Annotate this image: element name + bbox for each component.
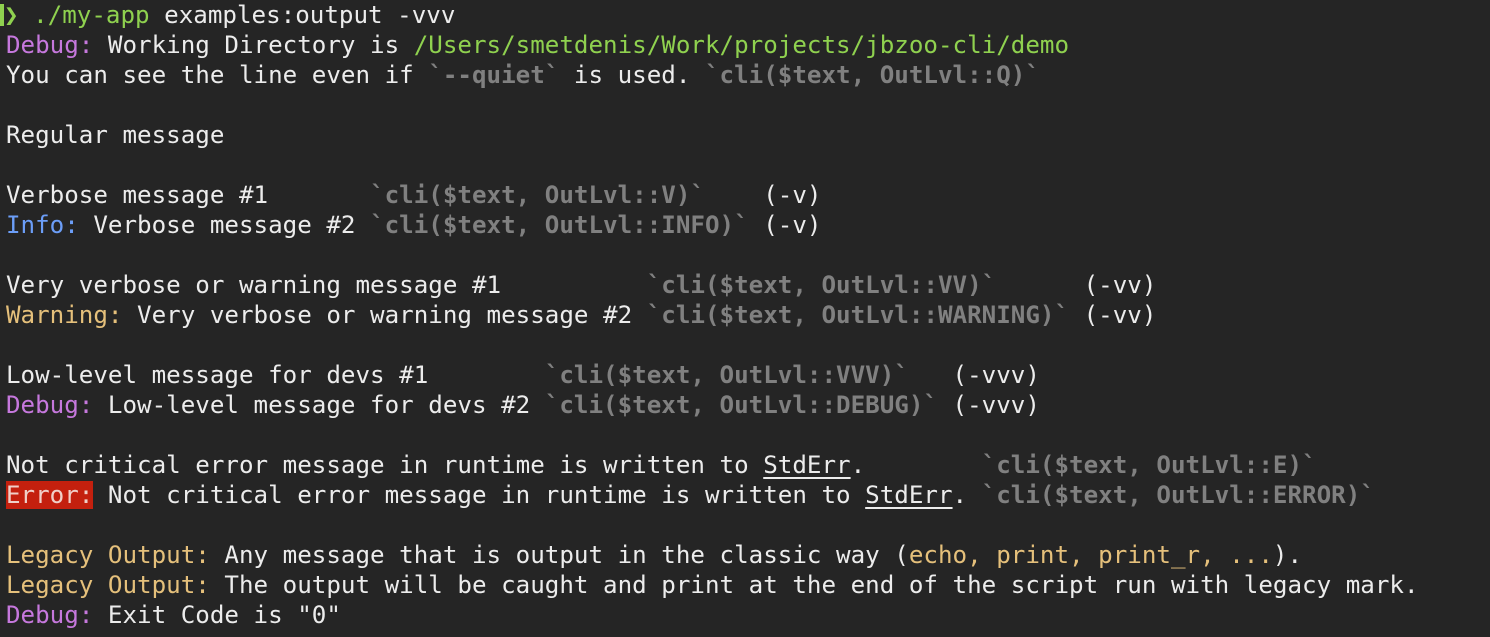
code-snippet: `cli($text, OutLvl::DEBUG)`: [544, 391, 938, 419]
terminal-window[interactable]: ❯ ./my-app examples:output -vvv Debug: W…: [0, 0, 1490, 637]
verbosity-flag: (-vvv): [908, 361, 1040, 389]
stderr-link: StdErr: [763, 451, 851, 479]
output-line-14: Debug: Exit Code is "0": [6, 600, 1490, 630]
debug-prefix: Debug:: [6, 391, 94, 419]
line-text: .: [850, 451, 982, 479]
line-text: Exit Code is "0": [93, 601, 341, 629]
legacy-functions: echo, print, print_r, ...: [908, 541, 1273, 569]
line-text: Low-level message for devs #2: [93, 391, 545, 419]
verbosity-flag: (-vvv): [938, 391, 1040, 419]
command-path: ./my-app: [33, 1, 150, 29]
line-text: is used.: [559, 61, 705, 89]
line-text: Verbose message #1: [6, 181, 371, 209]
output-line-8: Low-level message for devs #1 `cli($text…: [6, 360, 1490, 390]
line-text: Low-level message for devs #1: [6, 361, 545, 389]
legacy-output-prefix: Legacy Output:: [6, 571, 210, 599]
line-text: The output will be caught and print at t…: [209, 571, 1419, 599]
line-text: ).: [1272, 541, 1303, 569]
prompt-chevron-icon: ❯: [4, 1, 19, 29]
output-line-10: Not critical error message in runtime is…: [6, 450, 1490, 480]
output-line-3: Regular message: [6, 120, 1490, 150]
code-snippet: `cli($text, OutLvl::ERROR)`: [981, 481, 1375, 509]
stderr-link: StdErr: [865, 481, 953, 509]
output-line-11: Error: Not critical error message in run…: [6, 480, 1490, 510]
verbosity-flag: (-v): [748, 211, 822, 239]
output-line-2: You can see the line even if `--quiet` i…: [6, 60, 1490, 90]
code-snippet: `cli($text, OutLvl::VVV)`: [544, 361, 909, 389]
line-text: .: [952, 481, 982, 509]
code-snippet: `cli($text, OutLvl::Q)`: [705, 61, 1040, 89]
info-prefix: Info:: [6, 211, 79, 239]
code-snippet: `cli($text, OutLvl::E)`: [981, 451, 1317, 479]
debug-prefix: Debug:: [6, 31, 94, 59]
warning-prefix: Warning:: [6, 301, 123, 329]
line-text: Very verbose or warning message #1: [6, 271, 647, 299]
output-line-5: Info: Verbose message #2 `cli($text, Out…: [6, 210, 1490, 240]
debug-prefix: Debug:: [6, 601, 94, 629]
line-text: Working Directory is: [93, 31, 414, 59]
line-text: Not critical error message in runtime is…: [6, 451, 764, 479]
verbosity-flag: (-vv): [996, 271, 1157, 299]
output-line-6: Very verbose or warning message #1 `cli(…: [6, 270, 1490, 300]
code-snippet: `cli($text, OutLvl::WARNING)`: [646, 301, 1070, 329]
line-text: Verbose message #2: [78, 211, 371, 239]
code-snippet: `cli($text, OutLvl::V)`: [370, 181, 705, 209]
quiet-flag-code: `--quiet`: [428, 61, 560, 89]
prompt-line: ❯ ./my-app examples:output -vvv: [0, 0, 1490, 30]
verbosity-flag: (-vv): [1069, 301, 1157, 329]
code-snippet: `cli($text, OutLvl::VV)`: [646, 271, 997, 299]
line-text: Any message that is output in the classi…: [209, 541, 909, 569]
output-line-13: Legacy Output: The output will be caught…: [6, 570, 1490, 600]
legacy-output-prefix: Legacy Output:: [6, 541, 210, 569]
line-text: Very verbose or warning message #2: [122, 301, 647, 329]
code-snippet: `cli($text, OutLvl::INFO)`: [370, 211, 749, 239]
line-text: Not critical error message in runtime is…: [93, 481, 866, 509]
output-line-4: Verbose message #1 `cli($text, OutLvl::V…: [6, 180, 1490, 210]
line-text: You can see the line even if: [6, 61, 429, 89]
output-line-7: Warning: Very verbose or warning message…: [6, 300, 1490, 330]
error-prefix-badge: Error:: [6, 481, 94, 509]
command-args: examples:output -vvv: [149, 1, 456, 29]
line-text: Regular message: [6, 121, 225, 149]
output-line-9: Debug: Low-level message for devs #2 `cl…: [6, 390, 1490, 420]
working-directory-path: /Users/smetdenis/Work/projects/jbzoo-cli…: [413, 31, 1070, 59]
output-line-12: Legacy Output: Any message that is outpu…: [6, 540, 1490, 570]
verbosity-flag: (-v): [705, 181, 822, 209]
output-line-1: Debug: Working Directory is /Users/smetd…: [6, 30, 1490, 60]
